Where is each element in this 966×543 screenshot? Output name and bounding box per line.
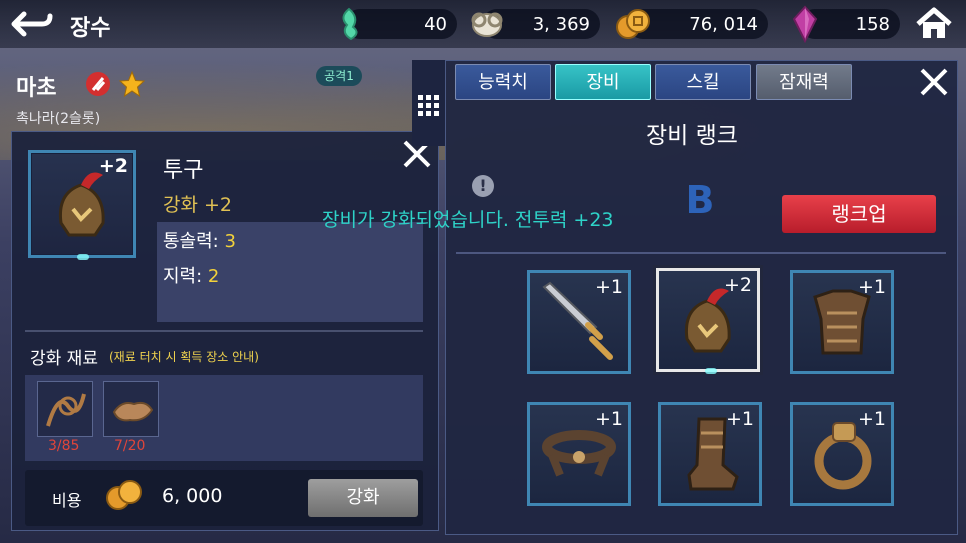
cost-label: 비용 xyxy=(52,491,82,510)
gear-slot-belt[interactable]: +1 xyxy=(527,402,631,506)
hero-name: 마초 xyxy=(16,76,57,101)
materials-hint: (재료 터치 시 획득 장소 안내) xyxy=(109,350,259,364)
tab-potential[interactable]: 잠재력 xyxy=(756,64,852,100)
enhance-level: 강화 +2 xyxy=(163,194,233,216)
material-count-leather: 7/20 xyxy=(114,438,146,454)
rank-grade: B xyxy=(685,178,715,222)
rank-up-button[interactable]: 랭크업 xyxy=(782,195,936,233)
enhance-toast: 장비가 강화되었습니다. 전투력 +23 xyxy=(322,209,614,231)
divider xyxy=(25,330,423,332)
rope-icon xyxy=(46,393,86,427)
home-icon[interactable] xyxy=(914,6,954,42)
cost-value: 6, 000 xyxy=(162,485,223,507)
star-icon xyxy=(118,70,146,98)
selected-item-slot: +2 xyxy=(28,150,136,260)
material-slot-rope[interactable] xyxy=(37,381,93,437)
page-title: 장수 xyxy=(70,16,111,41)
back-arrow-icon[interactable] xyxy=(10,8,54,40)
gear-slot-weapon[interactable]: +1 xyxy=(527,270,631,374)
gear-slot-armor[interactable]: +1 xyxy=(790,270,894,374)
coin-icon xyxy=(614,5,652,43)
hero-faction: 촉나라(2슬롯) xyxy=(16,111,101,127)
spirit-icon xyxy=(331,5,369,43)
material-count-rope: 3/85 xyxy=(48,438,80,454)
rank-divider xyxy=(456,252,946,254)
enhance-button[interactable]: 강화 xyxy=(308,479,418,517)
tab-equipment[interactable]: 장비 xyxy=(555,64,651,100)
resource-gem: 158 xyxy=(792,5,900,44)
tab-skills[interactable]: 스킬 xyxy=(655,64,751,100)
stat-intelligence: 지력: 2 xyxy=(163,266,220,287)
ram-icon xyxy=(468,5,506,43)
class-emblem-icon xyxy=(86,72,110,96)
material-slot-leather[interactable] xyxy=(103,381,159,437)
resource-coin: 76, 014 xyxy=(616,9,768,39)
info-icon[interactable]: ! xyxy=(472,175,494,197)
close-panel-icon[interactable] xyxy=(917,65,951,99)
item-name: 투구 xyxy=(163,158,204,183)
leather-icon xyxy=(112,401,154,422)
equipment-rank-title: 장비 랭크 xyxy=(646,123,738,149)
stat-leadership: 통솔력: 3 xyxy=(163,231,236,252)
resource-spirit: 40 xyxy=(342,7,457,41)
gear-slot-ring[interactable]: +1 xyxy=(790,402,894,506)
grid-menu-icon[interactable] xyxy=(412,60,446,146)
gem-icon xyxy=(786,5,824,44)
coin-icon xyxy=(106,480,142,510)
resource-ram: 3, 369 xyxy=(471,9,600,39)
attack-badge: 공격1 xyxy=(316,66,362,86)
slot-indicator xyxy=(77,254,89,260)
slot-indicator xyxy=(705,368,717,374)
tab-stats[interactable]: 능력치 xyxy=(455,64,551,100)
gear-slot-boots[interactable]: +1 xyxy=(658,402,762,506)
gear-slot-helmet[interactable]: +2 xyxy=(656,268,760,374)
top-bar: 장수 40 3, 369 76, 014 158 xyxy=(0,0,966,48)
materials-title: 강화 재료 xyxy=(30,349,98,369)
